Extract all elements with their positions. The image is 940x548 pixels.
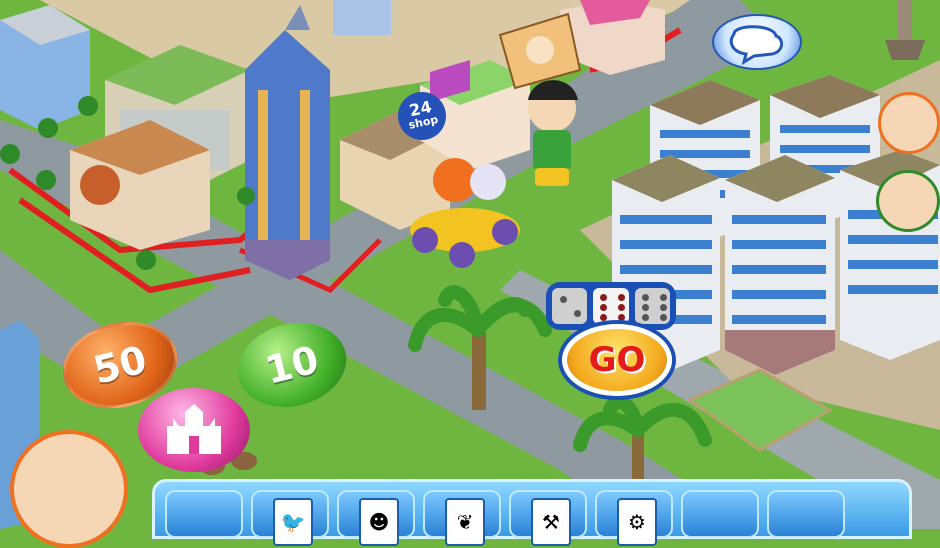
card-slot-6[interactable]: ⚙: [595, 490, 673, 546]
card-slot-4[interactable]: ❦: [423, 490, 501, 546]
die-right[interactable]: [634, 288, 670, 324]
game-board: [0, 0, 940, 529]
mascot-card-icon: ☻: [359, 498, 399, 546]
go-label: GO: [588, 340, 646, 380]
avatar-player-green[interactable]: [876, 170, 940, 232]
avatar-player-orange[interactable]: [878, 92, 940, 154]
hammer-card-icon: ⚒: [531, 498, 571, 546]
bonus-50-label: 50: [89, 337, 151, 393]
die-left[interactable]: [552, 288, 588, 324]
card-slot-2[interactable]: 🐦: [251, 490, 329, 546]
avatar-current-player[interactable]: [10, 430, 128, 548]
card-slot-5[interactable]: ⚒: [509, 490, 587, 546]
wing-card-icon: ❦: [445, 498, 485, 546]
go-button[interactable]: GO: [532, 268, 690, 408]
card-slot-7[interactable]: [681, 490, 759, 538]
bonus-10-label: 10: [261, 337, 323, 393]
building-left-tower: [0, 5, 90, 130]
card-slot-8[interactable]: [767, 490, 845, 538]
castle-token[interactable]: [138, 388, 250, 472]
go-label-disc: GO: [562, 324, 672, 396]
robot-card-icon: ⚙: [617, 498, 657, 546]
chat-bubble-button[interactable]: [712, 14, 802, 70]
card-slot-3[interactable]: ☻: [337, 490, 415, 546]
building-top-center: [333, 0, 391, 35]
castle-icon: [167, 404, 221, 454]
apartment-block-4: [725, 155, 835, 375]
card-slot-1[interactable]: [165, 490, 243, 538]
card-toolbar: 🐦 ☻ ❦ ⚒ ⚙: [152, 479, 912, 546]
die-center[interactable]: [593, 288, 629, 324]
bird-card-icon: 🐦: [273, 498, 313, 546]
speech-bubble-icon: [729, 25, 783, 66]
dice-selector: [546, 282, 676, 330]
